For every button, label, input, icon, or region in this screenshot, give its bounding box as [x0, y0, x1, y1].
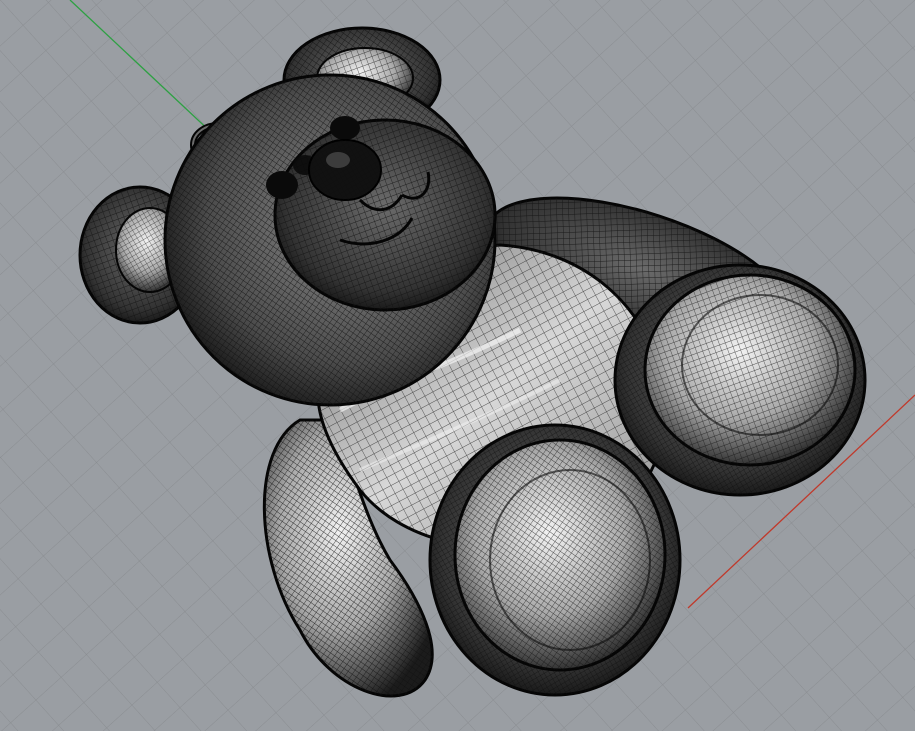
- 3d-viewport[interactable]: [0, 0, 915, 731]
- left-eye: [266, 171, 298, 199]
- viewport-canvas[interactable]: [0, 0, 915, 731]
- left-foot[interactable]: [453, 438, 667, 672]
- nose[interactable]: [308, 139, 382, 201]
- right-foot[interactable]: [643, 273, 857, 467]
- right-eye: [330, 116, 360, 140]
- muzzle[interactable]: [273, 118, 497, 312]
